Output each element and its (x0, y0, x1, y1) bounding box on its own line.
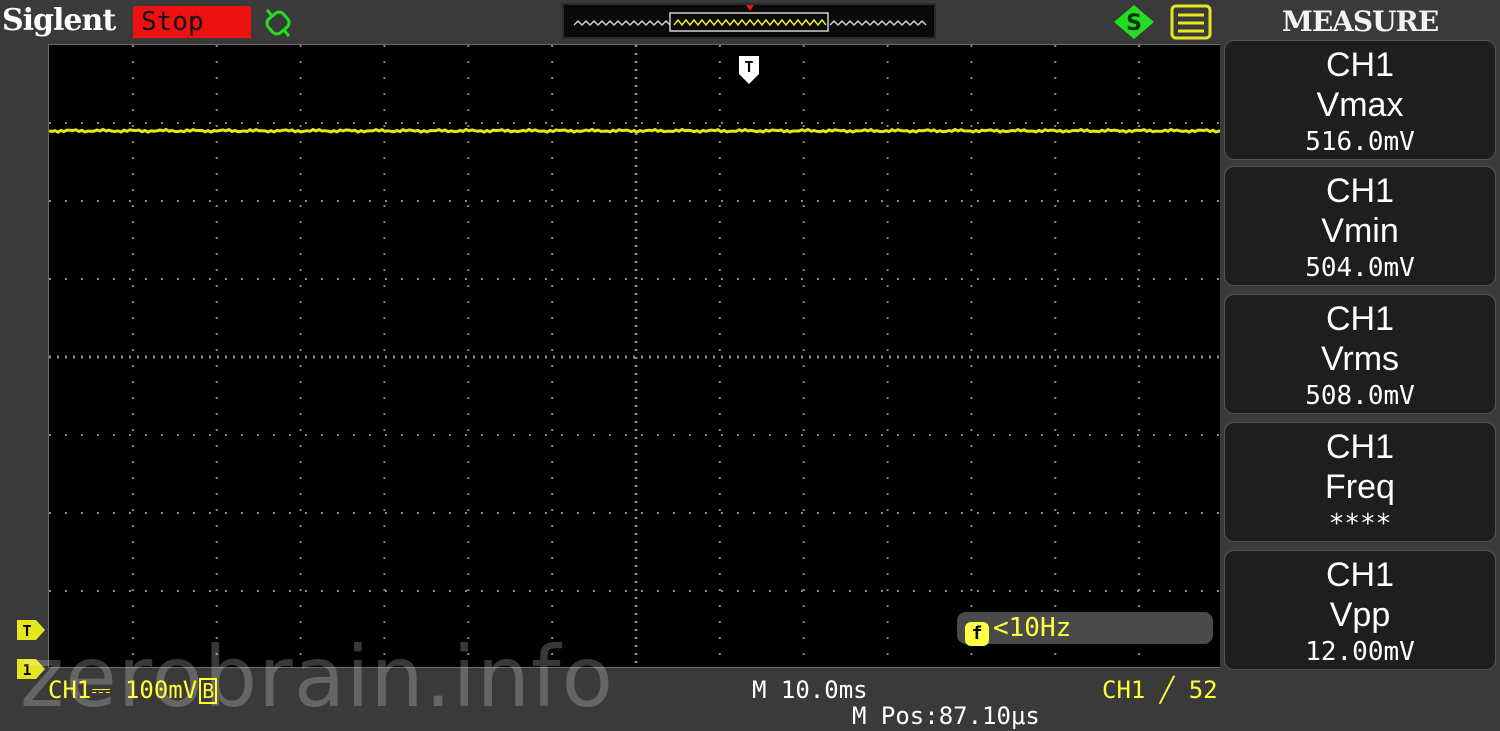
trigger-mode-icon (1170, 4, 1212, 40)
measure-param: Vrms (1320, 340, 1400, 378)
memory-waveform-overview (573, 5, 927, 32)
svg-text:S: S (1126, 11, 1142, 36)
measure-channel: CH1 (1325, 46, 1395, 84)
measure-title: MEASURE (1281, 5, 1439, 38)
measure-value: 504.0mV (1305, 253, 1415, 283)
measure-channel: CH1 (1325, 428, 1395, 466)
probe-icon (265, 9, 291, 37)
waveform-display[interactable] (48, 44, 1223, 669)
measure-param: Vpp (1329, 596, 1391, 634)
top-status-bar: Siglent Stop S (0, 0, 1220, 44)
measure-value: 516.0mV (1305, 127, 1415, 157)
measure-button-vrms[interactable]: CH1 Vrms 508.0mV (1224, 294, 1496, 414)
run-stop-status[interactable]: Stop (133, 6, 251, 38)
graticule (49, 45, 1223, 669)
measure-value: 12.00mV (1305, 637, 1415, 667)
frequency-icon: f (965, 622, 989, 646)
measure-channel: CH1 (1325, 556, 1395, 594)
timebase-readout[interactable]: M 10.0ms (752, 676, 868, 704)
measure-panel: MEASURE CH1 Vmax 516.0mV CH1 Vmin 504.0m… (1220, 0, 1500, 731)
frequency-counter: f <10Hz (957, 612, 1213, 646)
measure-button-vmax[interactable]: CH1 Vmax 516.0mV (1224, 40, 1496, 160)
ch1-scale-readout[interactable]: CH1⎓ 100mV B (48, 676, 218, 704)
measure-param: Vmax (1316, 86, 1404, 124)
bandwidth-limit-badge: B (199, 678, 218, 704)
measure-param: Vmin (1321, 212, 1399, 250)
measure-channel: CH1 (1325, 172, 1395, 210)
measure-value: 508.0mV (1305, 381, 1415, 411)
trigger-position-marker[interactable]: T (737, 54, 761, 86)
measure-button-vmin[interactable]: CH1 Vmin 504.0mV (1224, 166, 1496, 286)
measure-value: **** (1328, 509, 1392, 539)
measure-param: Freq (1325, 468, 1395, 506)
measure-channel: CH1 (1325, 300, 1395, 338)
svg-text:T: T (744, 58, 753, 76)
ch1-trace (49, 127, 1223, 134)
measure-button-freq[interactable]: CH1 Freq **** (1224, 422, 1496, 542)
horizontal-position-readout[interactable]: M Pos:87.10μs (852, 702, 1040, 730)
ch1-scale-value: CH1⎓ 100mV (48, 676, 198, 704)
brand-logo: Siglent (2, 3, 116, 38)
measure-button-vpp[interactable]: CH1 Vpp 12.00mV (1224, 550, 1496, 670)
usb-icon: S (1114, 5, 1154, 39)
frequency-counter-value: <10Hz (993, 613, 1072, 643)
memory-depth-bar (562, 3, 936, 39)
